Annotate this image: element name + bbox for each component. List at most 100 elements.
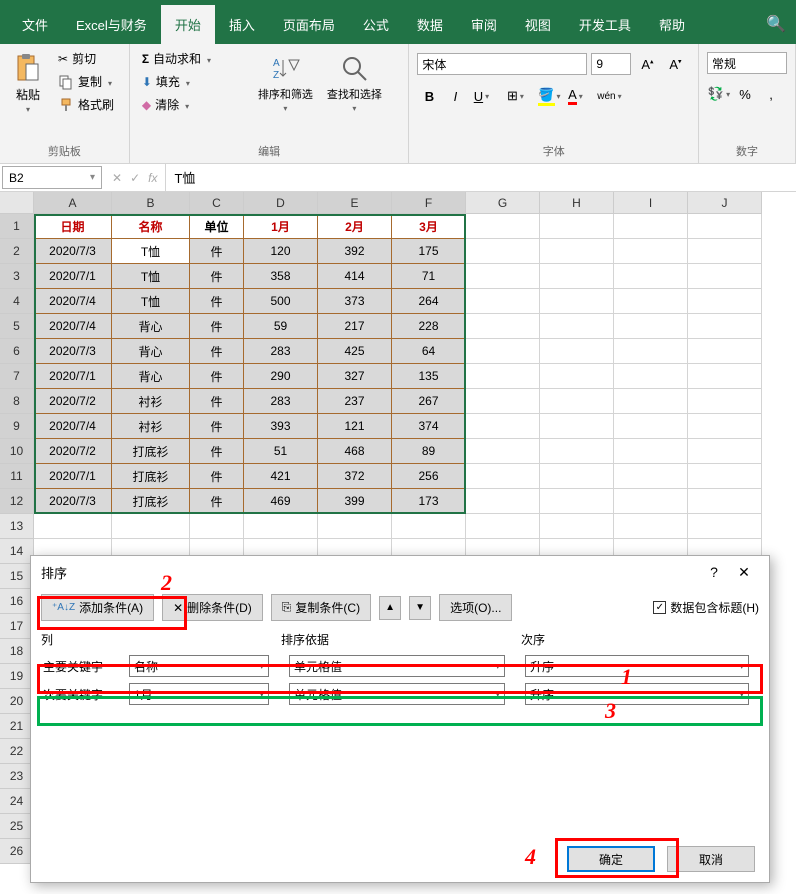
cell-B8[interactable]: 衬衫 [112, 389, 190, 414]
cell-G9[interactable] [466, 414, 540, 439]
col-header-B[interactable]: B [112, 192, 190, 214]
cell-I10[interactable] [614, 439, 688, 464]
col-header-I[interactable]: I [614, 192, 688, 214]
cell-J5[interactable] [688, 314, 762, 339]
cell-B3[interactable]: T恤 [112, 264, 190, 289]
col-header-H[interactable]: H [540, 192, 614, 214]
cell-B7[interactable]: 背心 [112, 364, 190, 389]
cell-E7[interactable]: 327 [318, 364, 392, 389]
cell-D4[interactable]: 500 [244, 289, 318, 314]
currency-button[interactable]: 💱 [707, 82, 731, 106]
cell-D6[interactable]: 283 [244, 339, 318, 364]
col-header-C[interactable]: C [190, 192, 244, 214]
row-header-23[interactable]: 23 [0, 764, 34, 789]
cell-F1[interactable]: 3月 [392, 214, 466, 239]
cell-G2[interactable] [466, 239, 540, 264]
cell-F13[interactable] [392, 514, 466, 539]
has-header-checkbox[interactable]: ✓数据包含标题(H) [653, 599, 759, 616]
row-header-22[interactable]: 22 [0, 739, 34, 764]
add-level-button[interactable]: ⁺A↓Z添加条件(A) [41, 594, 154, 621]
tab-view[interactable]: 视图 [511, 5, 565, 44]
cell-C11[interactable]: 件 [190, 464, 244, 489]
cell-D7[interactable]: 290 [244, 364, 318, 389]
cell-J1[interactable] [688, 214, 762, 239]
cell-D5[interactable]: 59 [244, 314, 318, 339]
cell-A11[interactable]: 2020/7/1 [34, 464, 112, 489]
cell-C12[interactable]: 件 [190, 489, 244, 514]
cell-E11[interactable]: 372 [318, 464, 392, 489]
cell-E2[interactable]: 392 [318, 239, 392, 264]
bold-button[interactable]: B [417, 84, 441, 108]
cell-J7[interactable] [688, 364, 762, 389]
row-header-17[interactable]: 17 [0, 614, 34, 639]
col-header-E[interactable]: E [318, 192, 392, 214]
cell-G5[interactable] [466, 314, 540, 339]
secondary-column-select[interactable]: 1月▾ [129, 683, 269, 705]
phonetic-button[interactable]: wén [597, 84, 621, 108]
comma-button[interactable]: , [759, 82, 783, 106]
row-header-21[interactable]: 21 [0, 714, 34, 739]
cell-A13[interactable] [34, 514, 112, 539]
percent-button[interactable]: % [733, 82, 757, 106]
increase-font-button[interactable]: A▴ [635, 52, 659, 76]
cell-E4[interactable]: 373 [318, 289, 392, 314]
row-header-5[interactable]: 5 [0, 314, 34, 339]
cell-B4[interactable]: T恤 [112, 289, 190, 314]
row-header-6[interactable]: 6 [0, 339, 34, 364]
tab-developer[interactable]: 开发工具 [565, 5, 645, 44]
cell-F6[interactable]: 64 [392, 339, 466, 364]
cell-C9[interactable]: 件 [190, 414, 244, 439]
cell-A6[interactable]: 2020/7/3 [34, 339, 112, 364]
cell-A8[interactable]: 2020/7/2 [34, 389, 112, 414]
row-header-19[interactable]: 19 [0, 664, 34, 689]
cell-E10[interactable]: 468 [318, 439, 392, 464]
search-icon[interactable]: 🔍 [756, 4, 796, 44]
cell-H4[interactable] [540, 289, 614, 314]
tab-review[interactable]: 审阅 [457, 5, 511, 44]
row-header-26[interactable]: 26 [0, 839, 34, 864]
cell-J11[interactable] [688, 464, 762, 489]
cancel-button[interactable]: 取消 [667, 846, 755, 872]
row-header-18[interactable]: 18 [0, 639, 34, 664]
cell-I1[interactable] [614, 214, 688, 239]
cell-G3[interactable] [466, 264, 540, 289]
cell-H6[interactable] [540, 339, 614, 364]
border-button[interactable]: ⊞ [503, 84, 527, 108]
cell-C13[interactable] [190, 514, 244, 539]
cell-C5[interactable]: 件 [190, 314, 244, 339]
secondary-sorton-select[interactable]: 单元格值▾ [289, 683, 505, 705]
ok-button[interactable]: 确定 [567, 846, 655, 872]
tab-help[interactable]: 帮助 [645, 5, 699, 44]
cell-J12[interactable] [688, 489, 762, 514]
font-name-select[interactable] [417, 53, 587, 75]
cell-F8[interactable]: 267 [392, 389, 466, 414]
cell-E8[interactable]: 237 [318, 389, 392, 414]
cell-J4[interactable] [688, 289, 762, 314]
number-format-select[interactable] [707, 52, 787, 74]
cell-H13[interactable] [540, 514, 614, 539]
cell-E5[interactable]: 217 [318, 314, 392, 339]
cell-E1[interactable]: 2月 [318, 214, 392, 239]
move-up-button[interactable]: ▲ [379, 596, 401, 620]
cell-F2[interactable]: 175 [392, 239, 466, 264]
cell-G10[interactable] [466, 439, 540, 464]
italic-button[interactable]: I [443, 84, 467, 108]
cell-E13[interactable] [318, 514, 392, 539]
decrease-font-button[interactable]: A▾ [663, 52, 687, 76]
cell-I7[interactable] [614, 364, 688, 389]
cell-F5[interactable]: 228 [392, 314, 466, 339]
formula-input[interactable]: T恤 [166, 164, 796, 191]
row-header-20[interactable]: 20 [0, 689, 34, 714]
cell-H10[interactable] [540, 439, 614, 464]
cell-C3[interactable]: 件 [190, 264, 244, 289]
cell-B5[interactable]: 背心 [112, 314, 190, 339]
format-painter-button[interactable]: 格式刷 [54, 94, 118, 115]
tab-insert[interactable]: 插入 [215, 5, 269, 44]
cell-H11[interactable] [540, 464, 614, 489]
cell-A10[interactable]: 2020/7/2 [34, 439, 112, 464]
row-header-25[interactable]: 25 [0, 814, 34, 839]
confirm-formula-icon[interactable]: ✓ [130, 171, 140, 185]
col-header-D[interactable]: D [244, 192, 318, 214]
cell-D10[interactable]: 51 [244, 439, 318, 464]
select-all-corner[interactable] [0, 192, 34, 214]
